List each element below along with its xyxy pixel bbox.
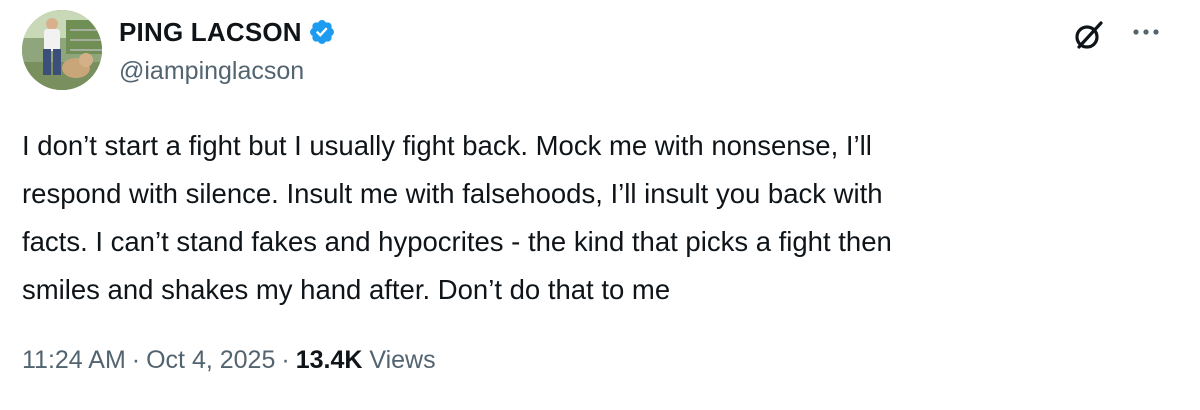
grok-icon[interactable]	[1072, 18, 1106, 52]
more-options-icon[interactable]	[1126, 20, 1166, 44]
tweet-card[interactable]: PING LACSON @iampinglacson I don’t start…	[0, 0, 1200, 410]
avatar[interactable]	[22, 10, 102, 90]
display-name[interactable]: PING LACSON	[119, 17, 302, 48]
separator-dot: ·	[281, 346, 290, 374]
verified-badge-icon[interactable]	[308, 18, 336, 46]
separator-dot: ·	[131, 346, 141, 374]
author-handle[interactable]: @iampinglacson	[119, 57, 304, 86]
tweet-time[interactable]: 11:24 AM	[22, 346, 126, 375]
author-name-row: PING LACSON	[119, 15, 336, 49]
views-label[interactable]: Views	[369, 346, 435, 375]
views-label-space	[362, 346, 369, 375]
tweet-date[interactable]: Oct 4, 2025	[146, 346, 275, 375]
tweet-metadata: 11:24 AM · Oct 4, 2025 · 13.4K Views	[22, 346, 436, 375]
avatar-image	[22, 10, 102, 90]
tweet-text: I don’t start a fight but I usually figh…	[22, 130, 892, 305]
views-count[interactable]: 13.4K	[296, 346, 363, 375]
